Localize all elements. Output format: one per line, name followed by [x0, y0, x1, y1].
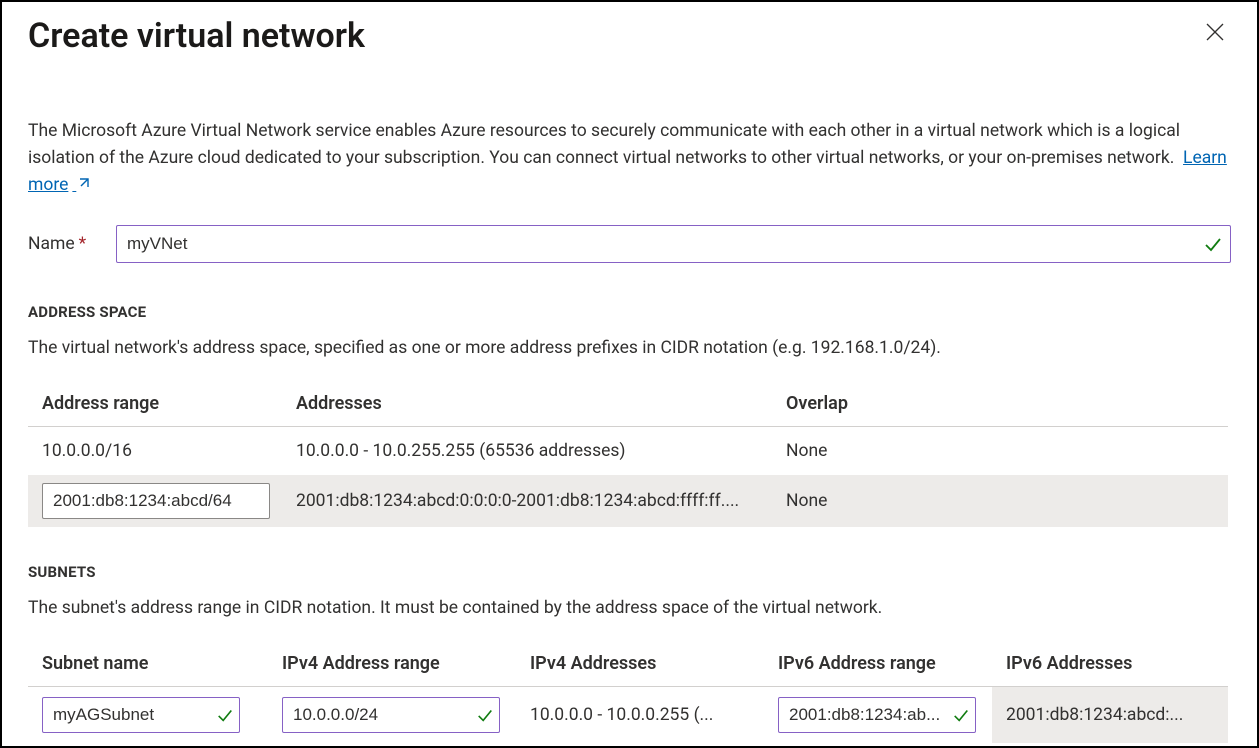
overlap-cell: None	[772, 475, 1228, 527]
ipv6-range-input[interactable]	[778, 697, 976, 733]
col-addresses: Addresses	[282, 387, 772, 427]
close-icon	[1205, 22, 1225, 42]
addresses-cell: 2001:db8:1234:abcd:0:0:0:0-2001:db8:1234…	[282, 475, 772, 527]
address-space-description: The virtual network's address space, spe…	[28, 335, 1231, 361]
subnets-description: The subnet's address range in CIDR notat…	[28, 595, 1231, 621]
address-range-cell: 10.0.0.0/16	[28, 427, 282, 476]
table-row: 2001:db8:1234:abcd:0:0:0:0-2001:db8:1234…	[28, 475, 1228, 527]
address-space-heading: ADDRESS SPACE	[28, 303, 1231, 321]
subnet-name-cell	[28, 687, 268, 744]
address-space-table: Address range Addresses Overlap 10.0.0.0…	[28, 387, 1228, 527]
required-asterisk: *	[79, 234, 87, 254]
external-link-icon	[72, 175, 90, 194]
address-range-cell	[28, 475, 282, 527]
table-row: 10.0.0.0/16 10.0.0.0 - 10.0.255.255 (655…	[28, 427, 1228, 476]
page-title: Create virtual network	[28, 16, 365, 56]
checkmark-icon	[1203, 234, 1223, 254]
intro-text: The Microsoft Azure Virtual Network serv…	[28, 118, 1231, 199]
subnets-table: Subnet name IPv4 Address range IPv4 Addr…	[28, 647, 1228, 743]
ipv4-addresses-cell: 10.0.0.0 - 10.0.0.255 (...	[516, 687, 764, 744]
close-button[interactable]	[1199, 16, 1231, 48]
checkmark-icon	[216, 706, 234, 724]
ipv4-range-cell	[268, 687, 516, 744]
ipv4-range-input[interactable]	[282, 697, 500, 733]
table-row: 10.0.0.0 - 10.0.0.255 (... 2001:db8:1234…	[28, 687, 1228, 744]
subnets-heading: SUBNETS	[28, 563, 1231, 581]
ipv6-addresses-cell: 2001:db8:1234:abcd:...	[992, 687, 1228, 744]
col-ipv6-addresses: IPv6 Addresses	[992, 647, 1228, 687]
create-vnet-panel: Create virtual network The Microsoft Azu…	[0, 0, 1259, 748]
vnet-name-input[interactable]	[116, 225, 1231, 263]
addresses-cell: 10.0.0.0 - 10.0.255.255 (65536 addresses…	[282, 427, 772, 476]
col-subnet-name: Subnet name	[28, 647, 268, 687]
ipv6-range-cell	[764, 687, 992, 744]
col-overlap: Overlap	[772, 387, 1228, 427]
address-range-input[interactable]	[42, 483, 270, 519]
col-ipv6-range: IPv6 Address range	[764, 647, 992, 687]
col-ipv4-addresses: IPv4 Addresses	[516, 647, 764, 687]
col-address-range: Address range	[28, 387, 282, 427]
col-ipv4-range: IPv4 Address range	[268, 647, 516, 687]
overlap-cell: None	[772, 427, 1228, 476]
name-label: Name*	[28, 234, 116, 254]
checkmark-icon	[952, 706, 970, 724]
checkmark-icon	[476, 706, 494, 724]
subnet-name-input[interactable]	[42, 697, 240, 733]
